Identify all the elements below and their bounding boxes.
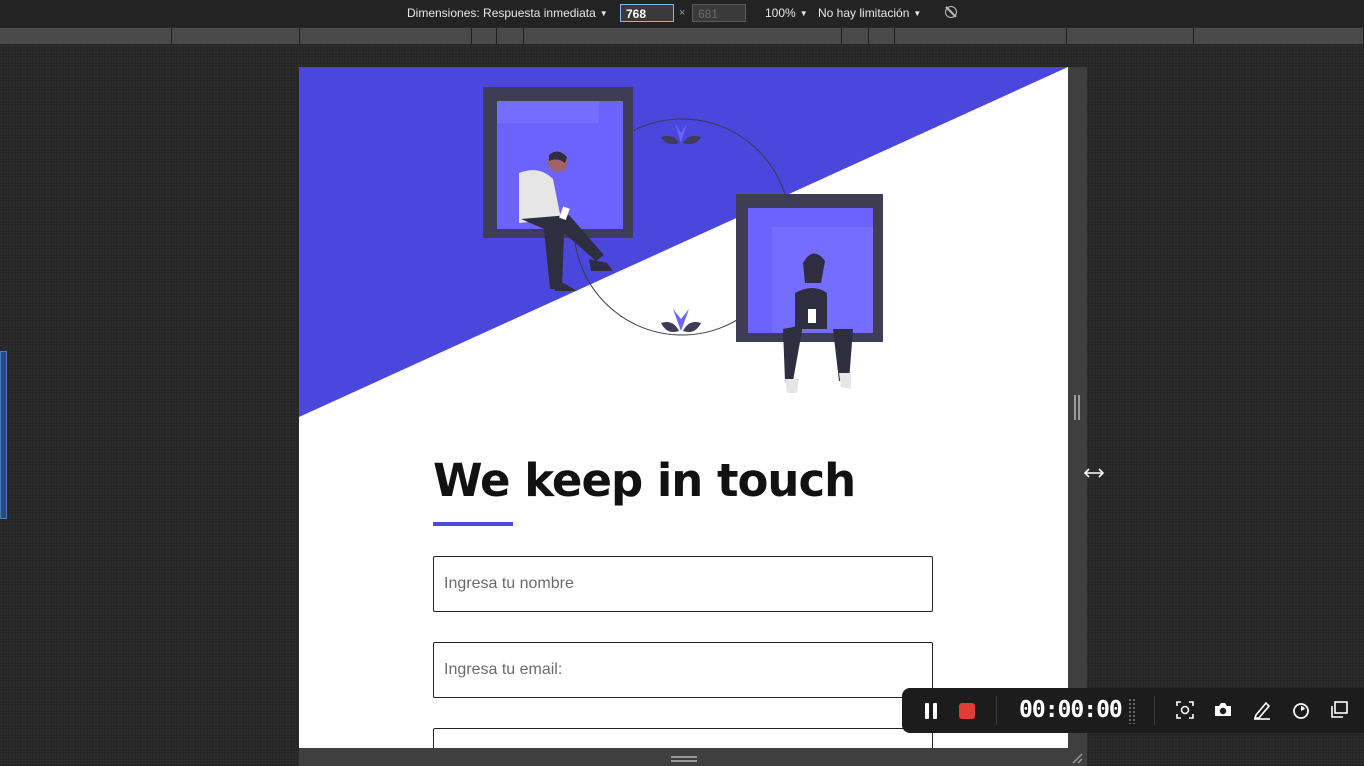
throttle-dropdown[interactable]: No hay limitación ▼	[818, 6, 921, 20]
horizontal-grip-icon	[671, 756, 697, 762]
divider	[996, 696, 997, 725]
resize-corner-icon[interactable]	[1071, 752, 1083, 764]
media-query-segment[interactable]	[300, 28, 472, 44]
rotate-icon[interactable]	[945, 6, 957, 18]
device-viewport: We keep in touch	[299, 67, 1068, 748]
side-panel-edge[interactable]	[0, 351, 7, 519]
pen-icon[interactable]	[1252, 700, 1272, 720]
media-query-segment[interactable]	[842, 28, 869, 44]
vertical-grip-icon	[1074, 395, 1080, 420]
times-separator: ×	[679, 7, 686, 19]
dropdown-caret-icon: ▼	[913, 9, 922, 18]
dropdown-caret-icon: ▼	[799, 9, 808, 18]
viewport-resize-handle-right[interactable]	[1068, 67, 1087, 748]
media-query-segment[interactable]	[895, 28, 1067, 44]
camera-icon[interactable]	[1213, 700, 1233, 720]
width-input[interactable]: 768	[620, 4, 674, 22]
media-query-segment[interactable]	[497, 28, 524, 44]
plant-bottom-icon	[661, 309, 701, 332]
media-query-segment[interactable]	[1194, 28, 1364, 44]
window-icon[interactable]	[1329, 700, 1349, 720]
device-toolbar: Dimensiones: Respuesta inmediata ▼ 768 × …	[0, 0, 1364, 27]
divider	[1154, 696, 1155, 725]
dimensions-label: Dimensiones: Respuesta inmediata	[407, 6, 596, 20]
name-input[interactable]	[433, 556, 933, 612]
screen-recorder-widget: 00:00:00	[902, 688, 1364, 733]
media-query-segment[interactable]	[524, 28, 842, 44]
throttle-label: No hay limitación	[818, 6, 910, 20]
title-accent-underline	[433, 522, 513, 526]
media-query-bar	[0, 28, 1364, 44]
height-input[interactable]: 681	[692, 4, 746, 22]
page-title: We keep in touch	[433, 454, 856, 507]
viewport-resize-handle-bottom[interactable]	[299, 748, 1087, 766]
drag-grip[interactable]	[1128, 698, 1136, 724]
media-query-segment[interactable]	[1067, 28, 1194, 44]
media-query-segment[interactable]	[172, 28, 300, 44]
zoom-dropdown[interactable]: 100% ▼	[765, 6, 808, 20]
pause-icon[interactable]	[920, 688, 942, 733]
email-input[interactable]	[433, 642, 933, 698]
media-query-segment[interactable]	[0, 28, 172, 44]
horizontal-resize-cursor-icon	[1083, 468, 1105, 478]
stop-icon[interactable]	[956, 688, 978, 733]
dropdown-caret-icon: ▼	[599, 9, 608, 18]
hero-illustration	[299, 67, 1068, 417]
media-query-segment[interactable]	[472, 28, 497, 44]
third-input[interactable]	[433, 728, 933, 748]
zoom-label: 100%	[765, 6, 796, 20]
timer-icon[interactable]	[1291, 700, 1311, 720]
recording-timer: 00:00:00	[1019, 697, 1123, 723]
media-query-segment[interactable]	[869, 28, 895, 44]
dimensions-dropdown[interactable]: Dimensiones: Respuesta inmediata ▼	[407, 6, 608, 20]
screenshot-region-icon[interactable]	[1175, 700, 1195, 720]
